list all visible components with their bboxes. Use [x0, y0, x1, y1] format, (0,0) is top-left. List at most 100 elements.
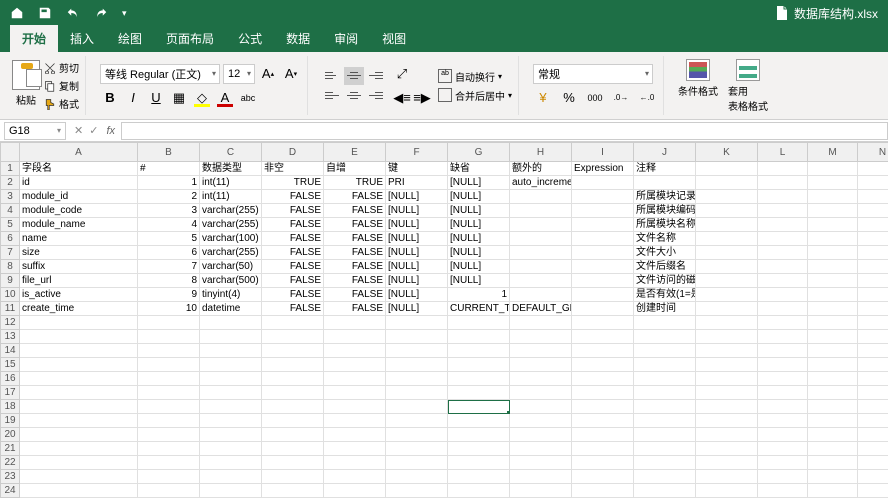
cell[interactable]: 4 — [138, 218, 200, 232]
col-header-F[interactable]: F — [386, 142, 448, 162]
cell[interactable] — [634, 330, 696, 344]
cell[interactable]: Expression — [572, 162, 634, 176]
cell[interactable] — [808, 246, 858, 260]
cell[interactable]: # — [138, 162, 200, 176]
cell[interactable] — [448, 484, 510, 498]
cell[interactable] — [200, 344, 262, 358]
cell[interactable]: [NULL] — [448, 190, 510, 204]
cell[interactable] — [808, 204, 858, 218]
font-color-button[interactable]: A — [215, 88, 235, 108]
row-header-23[interactable]: 23 — [0, 470, 20, 484]
cell[interactable] — [448, 372, 510, 386]
cell[interactable]: name — [20, 232, 138, 246]
cell[interactable]: TRUE — [324, 176, 386, 190]
col-header-E[interactable]: E — [324, 142, 386, 162]
cell[interactable] — [758, 428, 808, 442]
col-header-K[interactable]: K — [696, 142, 758, 162]
cell[interactable] — [262, 470, 324, 484]
cell[interactable]: 文件大小 — [634, 246, 696, 260]
cell[interactable] — [20, 330, 138, 344]
align-top-right[interactable] — [366, 67, 386, 85]
cell[interactable] — [572, 442, 634, 456]
cell[interactable]: datetime — [200, 302, 262, 316]
cell[interactable] — [572, 302, 634, 316]
cell[interactable] — [510, 330, 572, 344]
cell[interactable]: FALSE — [262, 190, 324, 204]
cut-button[interactable]: 剪切 — [44, 60, 79, 75]
col-header-A[interactable]: A — [20, 142, 138, 162]
cell[interactable]: [NULL] — [386, 288, 448, 302]
cell[interactable] — [634, 176, 696, 190]
decrease-decimal[interactable]: ←.0 — [637, 88, 657, 108]
cell[interactable]: 6 — [138, 246, 200, 260]
cell[interactable] — [138, 456, 200, 470]
align-right[interactable] — [366, 87, 386, 105]
cell[interactable] — [808, 442, 858, 456]
cell[interactable]: [NULL] — [448, 274, 510, 288]
cell[interactable] — [696, 218, 758, 232]
cell[interactable] — [858, 484, 888, 498]
increase-font-button[interactable]: A▴ — [258, 64, 278, 84]
cell[interactable]: [NULL] — [448, 176, 510, 190]
cell[interactable]: 5 — [138, 232, 200, 246]
cell[interactable] — [808, 386, 858, 400]
cell[interactable]: 8 — [138, 274, 200, 288]
row-header-6[interactable]: 6 — [0, 232, 20, 246]
cell[interactable] — [20, 442, 138, 456]
cell[interactable] — [634, 456, 696, 470]
cell[interactable] — [858, 330, 888, 344]
cell[interactable] — [572, 190, 634, 204]
cell[interactable] — [808, 162, 858, 176]
cell[interactable]: FALSE — [324, 302, 386, 316]
cell[interactable] — [572, 204, 634, 218]
cell[interactable] — [510, 246, 572, 260]
cell[interactable] — [858, 218, 888, 232]
cell[interactable] — [386, 442, 448, 456]
cell[interactable] — [448, 470, 510, 484]
cell[interactable] — [324, 386, 386, 400]
tab-审阅[interactable]: 审阅 — [322, 25, 370, 52]
cell[interactable] — [808, 260, 858, 274]
cell[interactable] — [20, 386, 138, 400]
cell[interactable]: 10 — [138, 302, 200, 316]
cell[interactable]: [NULL] — [448, 232, 510, 246]
cell[interactable] — [808, 176, 858, 190]
cell[interactable]: size — [20, 246, 138, 260]
cell[interactable] — [138, 428, 200, 442]
cell[interactable]: 额外的 — [510, 162, 572, 176]
cell[interactable] — [758, 302, 808, 316]
home-icon[interactable] — [10, 6, 24, 20]
cell[interactable] — [448, 400, 510, 414]
cell[interactable] — [572, 330, 634, 344]
undo-icon[interactable] — [66, 6, 80, 20]
cell[interactable] — [20, 456, 138, 470]
cell[interactable] — [510, 218, 572, 232]
copy-button[interactable]: 复制 — [44, 78, 79, 93]
cell[interactable] — [20, 428, 138, 442]
cell[interactable] — [200, 316, 262, 330]
cell[interactable] — [858, 162, 888, 176]
confirm-formula-icon[interactable]: ✓ — [89, 124, 98, 137]
cell[interactable]: FALSE — [324, 274, 386, 288]
cell[interactable] — [858, 456, 888, 470]
cell[interactable]: 文件后缀名 — [634, 260, 696, 274]
cell[interactable] — [808, 302, 858, 316]
cell[interactable]: FALSE — [262, 274, 324, 288]
cell[interactable] — [696, 260, 758, 274]
col-header-J[interactable]: J — [634, 142, 696, 162]
cell[interactable] — [510, 372, 572, 386]
col-header-I[interactable]: I — [572, 142, 634, 162]
cell[interactable] — [758, 358, 808, 372]
cell[interactable] — [634, 316, 696, 330]
cell[interactable]: FALSE — [262, 260, 324, 274]
row-header-7[interactable]: 7 — [0, 246, 20, 260]
redo-icon[interactable] — [94, 6, 108, 20]
cell[interactable] — [758, 274, 808, 288]
cell[interactable] — [572, 456, 634, 470]
cell[interactable]: FALSE — [324, 190, 386, 204]
cell[interactable] — [510, 316, 572, 330]
cell[interactable]: [NULL] — [386, 274, 448, 288]
cell[interactable] — [138, 414, 200, 428]
cell[interactable] — [696, 470, 758, 484]
row-header-3[interactable]: 3 — [0, 190, 20, 204]
